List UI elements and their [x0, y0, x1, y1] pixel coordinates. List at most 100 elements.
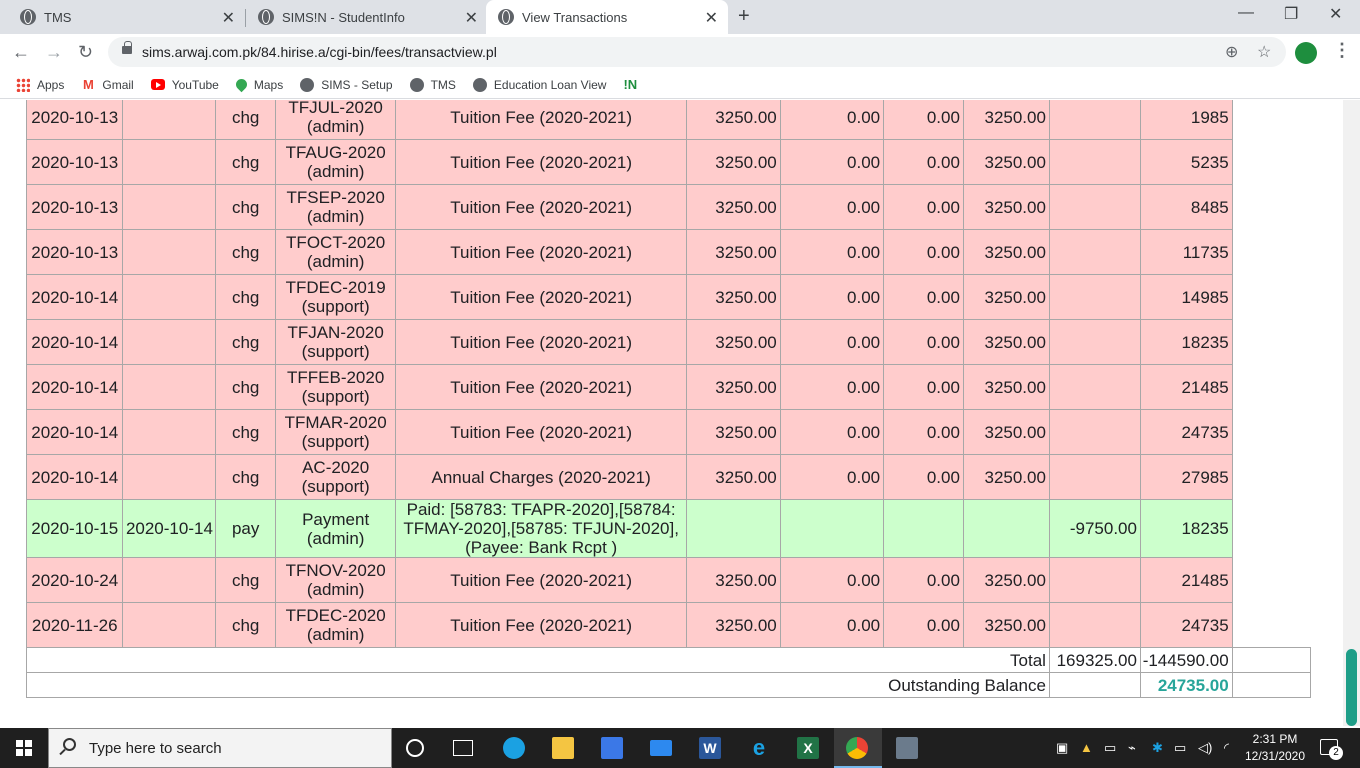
excel-icon[interactable]: X: [797, 737, 819, 759]
txn-reference-code: TFFEB-2020: [286, 368, 385, 387]
txn-reference: TFFEB-2020 (support): [274, 364, 397, 410]
close-icon[interactable]: ✕: [705, 8, 718, 28]
page-content: 2020-10-13 chg TFJUL-2020 (admin) Tuition Fe…: [0, 100, 1360, 726]
mail-icon[interactable]: [650, 740, 672, 756]
edge-icon[interactable]: [503, 737, 525, 759]
bookmark-label: TMS: [430, 77, 456, 92]
search-icon: [63, 738, 76, 751]
txn-reference-user: (admin): [306, 528, 365, 548]
txn-amount: 3250.00: [685, 454, 781, 500]
cortana-icon[interactable]: [406, 739, 424, 757]
calculator-icon[interactable]: [896, 737, 918, 759]
txn-reference: TFSEP-2020 (admin): [274, 184, 397, 230]
bookmark-star-icon[interactable]: ☆: [1257, 42, 1271, 62]
total-row: Total 169325.00 -144590.00: [26, 647, 1312, 673]
apps-grid-icon: [16, 77, 30, 92]
file-explorer-icon[interactable]: [552, 737, 574, 759]
profile-avatar[interactable]: [1295, 42, 1317, 64]
txn-date: 2020-10-14: [25, 319, 124, 365]
tab-tms[interactable]: TMS ✕: [0, 0, 245, 34]
txn-reference: TFJUL-2020 (admin): [274, 100, 397, 140]
txn-discount: 0.00: [779, 602, 885, 648]
txn-concession: 0.00: [883, 139, 964, 185]
txn-discount: 0.00: [779, 184, 885, 230]
bookmark-sims-setup[interactable]: SIMS - Setup: [300, 77, 393, 92]
bookmark-gmail[interactable]: M Gmail: [81, 77, 134, 92]
total-paid: -144590.00: [1139, 647, 1233, 673]
sims-in-logo: !N: [623, 76, 638, 92]
txn-concession: 0.00: [883, 602, 964, 648]
menu-icon[interactable]: ⋮: [1333, 40, 1351, 61]
scrollbar[interactable]: [1343, 100, 1360, 726]
tab-title: View Transactions: [522, 9, 628, 25]
lock-icon: [122, 41, 132, 54]
system-clock[interactable]: 2:31 PM 12/31/2020: [1242, 731, 1308, 765]
notification-icon[interactable]: 2: [1320, 739, 1343, 760]
bookmark-apps[interactable]: Apps: [16, 77, 65, 92]
address-bar[interactable]: sims.arwaj.com.pk/84.hirise.a/cgi-bin/fe…: [108, 37, 1286, 67]
bookmark-tms[interactable]: TMS: [409, 77, 456, 92]
tab-studentinfo[interactable]: SIMS!N - StudentInfo ✕: [238, 0, 488, 34]
word-icon[interactable]: W: [699, 737, 721, 759]
bookmark-label: SIMS - Setup: [321, 77, 393, 92]
bookmark-education-loan[interactable]: Education Loan View: [472, 77, 606, 92]
table-row: 2020-10-15 2020-10-14 pay Payment (admin) Pai…: [25, 499, 1311, 558]
txn-reference-user: (admin): [306, 580, 365, 599]
minimize-icon[interactable]: —: [1238, 4, 1254, 22]
volume-icon[interactable]: ◁): [1198, 740, 1212, 756]
zoom-icon[interactable]: ⊕: [1225, 42, 1238, 62]
restore-icon[interactable]: ❐: [1284, 4, 1298, 24]
txn-reference-user: (support): [301, 342, 370, 361]
tray-warning-icon[interactable]: ▲: [1080, 740, 1093, 755]
txn-description: Tuition Fee (2020-2021): [395, 557, 687, 603]
txn-paid: [1048, 602, 1141, 648]
txn-reference-code: TFDEC-2019: [285, 278, 386, 297]
outstanding-row: Outstanding Balance 24735.00: [26, 672, 1312, 698]
txn-type: pay: [215, 499, 276, 558]
close-icon[interactable]: ✕: [222, 8, 235, 28]
wifi-icon[interactable]: ◜: [1224, 740, 1229, 756]
bookmark-maps[interactable]: Maps: [233, 76, 283, 93]
txn-value-date: 2020-10-14: [122, 499, 217, 558]
txn-reference-user: (support): [301, 387, 370, 406]
tab-view-transactions[interactable]: View Transactions ✕: [486, 0, 728, 34]
taskbar-search-box[interactable]: Type here to search: [48, 728, 392, 768]
bookmark-in[interactable]: !N: [623, 76, 648, 92]
txn-value-date: [122, 602, 217, 648]
close-window-icon[interactable]: ✕: [1329, 4, 1342, 24]
forward-icon[interactable]: →: [45, 42, 63, 63]
bookmark-label: Apps: [37, 77, 65, 92]
battery-icon[interactable]: ▭: [1174, 740, 1186, 756]
task-view-icon[interactable]: [453, 740, 473, 756]
txn-reference-user: (admin): [306, 207, 365, 226]
chrome-icon[interactable]: [846, 737, 868, 759]
bookmark-youtube[interactable]: YouTube: [150, 78, 219, 92]
txn-description: Tuition Fee (2020-2021): [395, 229, 687, 275]
txn-net: 3250.00: [962, 602, 1050, 648]
close-icon[interactable]: ✕: [465, 8, 478, 28]
txn-type: chg: [215, 184, 276, 230]
reload-icon[interactable]: ↻: [78, 42, 93, 63]
scrollbar-thumb[interactable]: [1346, 649, 1357, 726]
txn-type: chg: [215, 229, 276, 275]
new-tab-button[interactable]: +: [738, 5, 750, 28]
back-icon[interactable]: ←: [12, 42, 30, 63]
txn-net: 3250.00: [962, 100, 1050, 140]
txn-amount: 3250.00: [685, 184, 781, 230]
txn-balance: 5235: [1139, 139, 1233, 185]
txn-reference-code: AC-2020: [302, 458, 370, 477]
txn-reference-user: (admin): [306, 162, 365, 181]
windows-start-icon[interactable]: [16, 740, 32, 756]
txn-net: 3250.00: [962, 184, 1050, 230]
bluetooth-icon[interactable]: ✱: [1152, 740, 1163, 756]
tray-network-icon[interactable]: ⌁: [1128, 740, 1136, 756]
table-row: 2020-10-13 chg TFOCT-2020 (admin) Tuition Fe…: [25, 229, 1311, 275]
tray-display-icon[interactable]: ▭: [1104, 740, 1116, 756]
table-row: 2020-11-26 chg TFDEC-2020 (admin) Tuition Fe…: [25, 602, 1311, 648]
store-icon[interactable]: [601, 737, 623, 759]
internet-explorer-icon[interactable]: e: [748, 737, 770, 759]
txn-discount: 0.00: [779, 274, 885, 320]
txn-type: chg: [215, 557, 276, 603]
txn-paid: [1048, 364, 1141, 410]
tray-app-icon[interactable]: ▣: [1056, 740, 1068, 756]
